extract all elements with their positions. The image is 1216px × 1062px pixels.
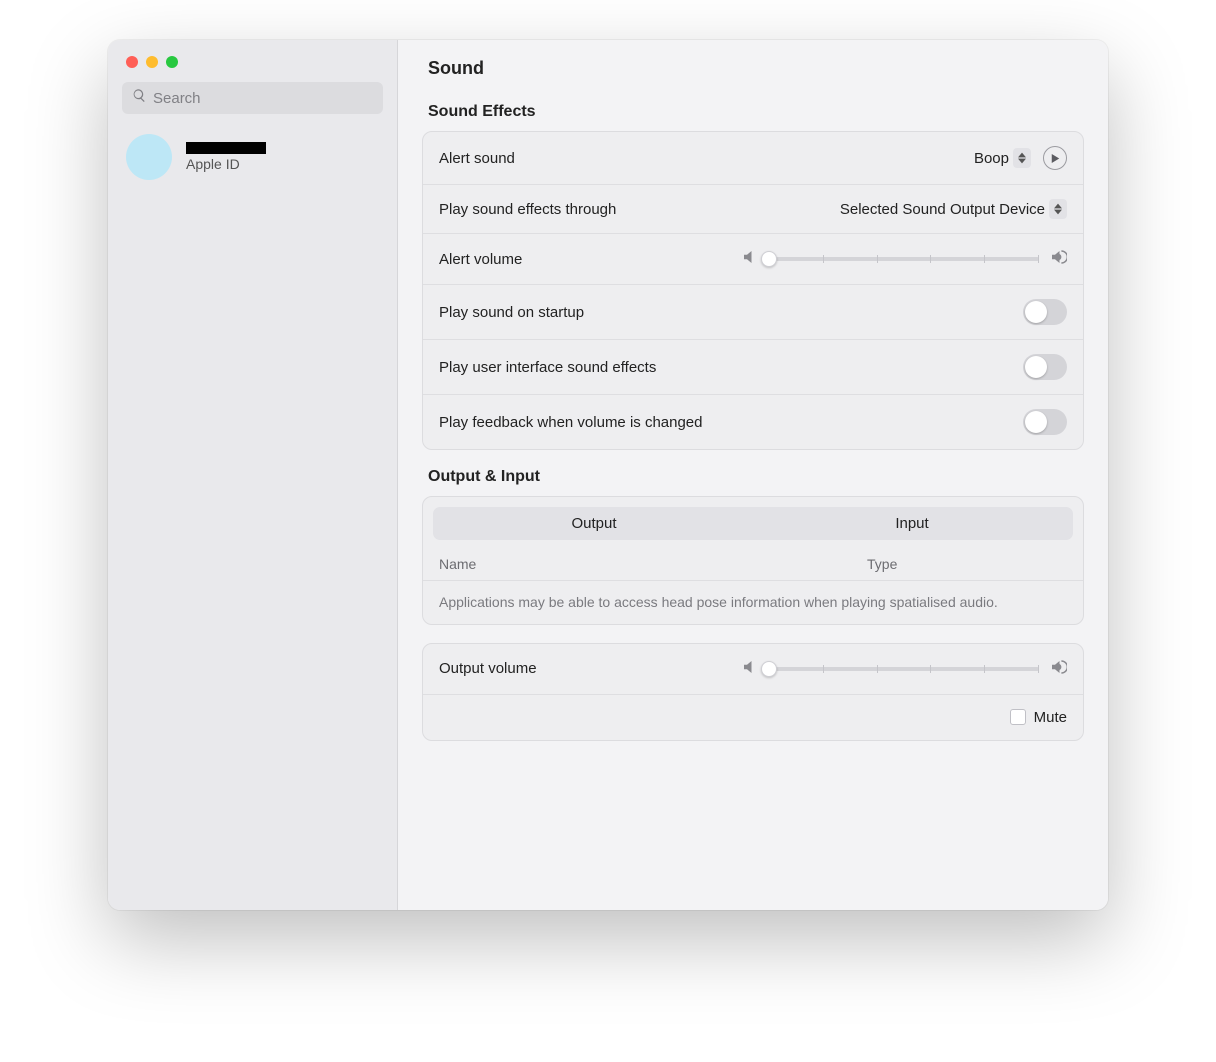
table-header: Name Type (423, 548, 1083, 581)
output-input-heading: Output & Input (428, 468, 1084, 486)
output-volume-slider[interactable] (769, 667, 1039, 671)
startup-sound-toggle[interactable] (1023, 299, 1067, 325)
alert-sound-row: Alert sound Boop (423, 132, 1083, 185)
close-window-button[interactable] (126, 56, 138, 68)
avatar (126, 134, 172, 180)
ui-sfx-row: Play user interface sound effects (423, 340, 1083, 395)
tab-output[interactable]: Output (435, 509, 753, 538)
main-content: Sound Sound Effects Alert sound Boop (398, 40, 1108, 910)
output-input-tabs: Output Input (433, 507, 1073, 540)
col-name: Name (439, 556, 867, 572)
ui-sfx-label: Play user interface sound effects (439, 359, 656, 376)
search-icon (132, 88, 153, 108)
output-volume-row: Output volume (423, 644, 1083, 695)
sound-effects-heading: Sound Effects (428, 103, 1084, 121)
system-settings-window: Search Apple ID Sound Sound Effects Aler… (108, 40, 1108, 910)
preview-alert-button[interactable] (1043, 146, 1067, 170)
mute-label: Mute (1034, 709, 1067, 726)
mute-checkbox[interactable] (1010, 709, 1026, 725)
output-volume-panel: Output volume Mute (422, 643, 1084, 741)
startup-sound-label: Play sound on startup (439, 304, 584, 321)
mute-row: Mute (423, 695, 1083, 740)
devices-table: Name Type Applications may be able to ac… (423, 548, 1083, 624)
volume-feedback-row: Play feedback when volume is changed (423, 395, 1083, 449)
window-controls (108, 40, 397, 78)
volume-feedback-toggle[interactable] (1023, 409, 1067, 435)
apple-id-label: Apple ID (186, 156, 266, 172)
play-through-select[interactable]: Selected Sound Output Device (840, 199, 1067, 219)
account-name-redacted (186, 142, 266, 154)
alert-volume-row: Alert volume (423, 234, 1083, 285)
alert-sound-select[interactable]: Boop (974, 148, 1031, 168)
output-volume-label: Output volume (439, 660, 537, 677)
speaker-high-icon (1049, 248, 1067, 270)
play-through-row: Play sound effects through Selected Soun… (423, 185, 1083, 234)
speaker-high-icon (1049, 658, 1067, 680)
spatial-audio-note: Applications may be able to access head … (423, 581, 1083, 624)
alert-volume-slider[interactable] (769, 257, 1039, 261)
speaker-low-icon (741, 658, 759, 680)
output-input-panel: Output Input Name Type Applications may … (422, 496, 1084, 625)
sidebar: Search Apple ID (108, 40, 398, 910)
search-placeholder: Search (153, 90, 201, 107)
stepper-icon (1049, 199, 1067, 219)
tab-input[interactable]: Input (753, 509, 1071, 538)
speaker-low-icon (741, 248, 759, 270)
play-through-value: Selected Sound Output Device (840, 201, 1045, 218)
zoom-window-button[interactable] (166, 56, 178, 68)
alert-sound-value: Boop (974, 150, 1009, 167)
minimize-window-button[interactable] (146, 56, 158, 68)
alert-sound-label: Alert sound (439, 150, 515, 167)
sound-effects-panel: Alert sound Boop Play sound effect (422, 131, 1084, 450)
play-through-label: Play sound effects through (439, 201, 616, 218)
alert-volume-label: Alert volume (439, 251, 522, 268)
startup-sound-row: Play sound on startup (423, 285, 1083, 340)
ui-sfx-toggle[interactable] (1023, 354, 1067, 380)
stepper-icon (1013, 148, 1031, 168)
col-type: Type (867, 556, 1067, 572)
apple-id-profile[interactable]: Apple ID (108, 126, 397, 198)
search-input[interactable]: Search (122, 82, 383, 114)
sidebar-nav (108, 198, 397, 208)
page-title: Sound (428, 58, 1084, 79)
volume-feedback-label: Play feedback when volume is changed (439, 414, 703, 431)
